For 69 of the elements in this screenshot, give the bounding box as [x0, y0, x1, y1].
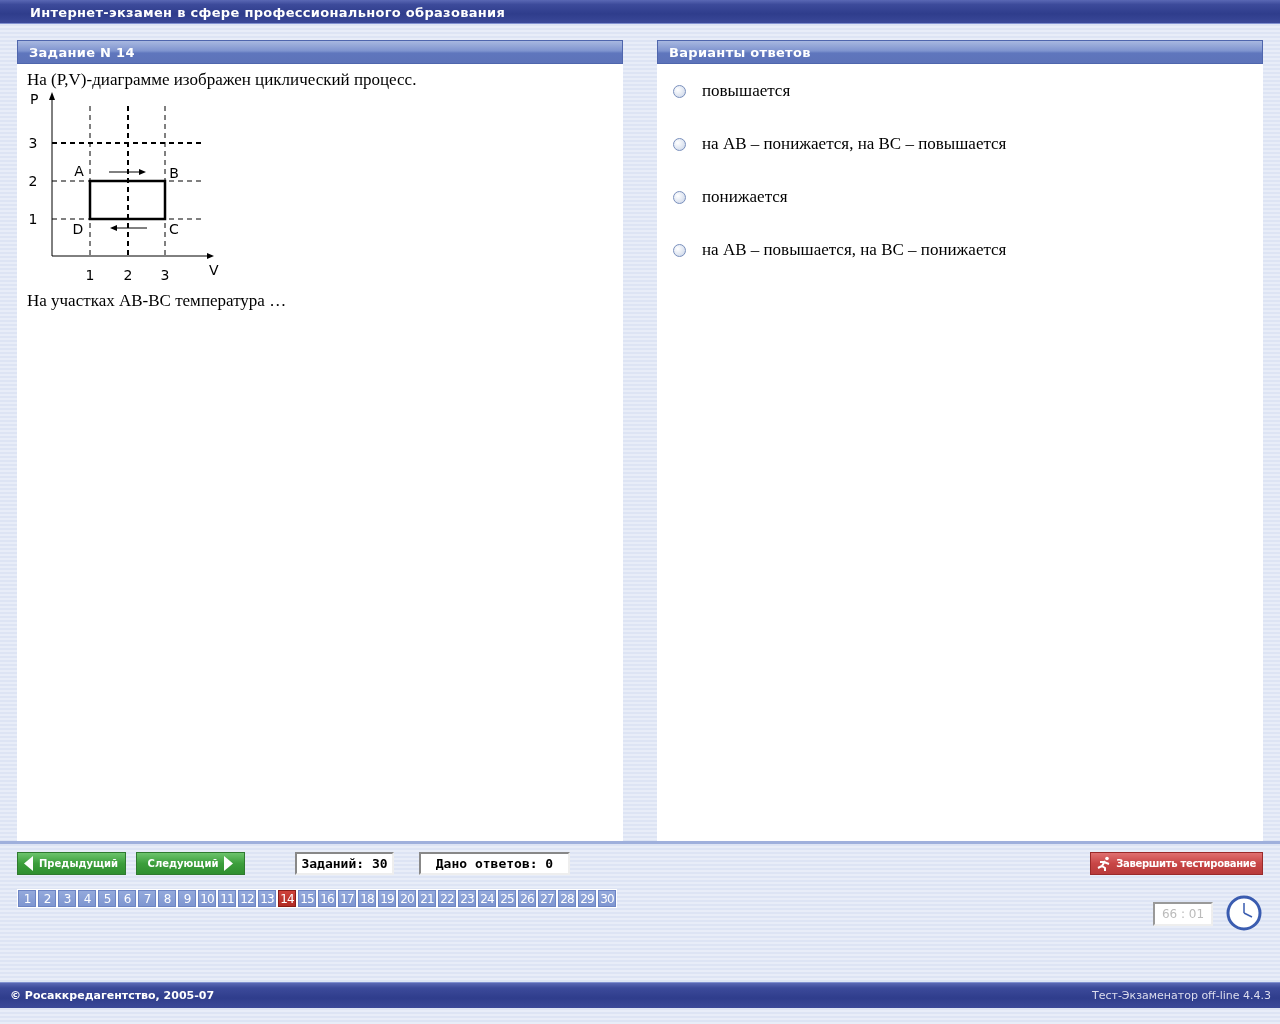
- arrow-right-icon: [108, 169, 146, 175]
- tick-label: 1: [85, 267, 95, 283]
- axis-label: V: [209, 262, 219, 278]
- task-number-button[interactable]: 18: [357, 889, 377, 908]
- task-number-button[interactable]: 9: [177, 889, 197, 908]
- task-number-button[interactable]: 28: [557, 889, 577, 908]
- question-prompt: На участках АВ-ВС температура …: [27, 291, 288, 311]
- answer-option[interactable]: понижается: [702, 187, 788, 207]
- finish-button[interactable]: Завершить тестирование: [1090, 852, 1263, 875]
- radio-button[interactable]: [673, 243, 686, 257]
- task-number-button[interactable]: 2: [37, 889, 57, 908]
- panel-header: Задание N 14: [17, 40, 623, 64]
- task-number-button[interactable]: 15: [297, 889, 317, 908]
- tick-label: 1: [28, 211, 38, 227]
- task-number-button[interactable]: 24: [477, 889, 497, 908]
- radio-button[interactable]: [673, 137, 686, 151]
- task-number-button[interactable]: 26: [517, 889, 537, 908]
- task-number-button[interactable]: 25: [497, 889, 517, 908]
- answer-option[interactable]: на АВ – понижается, на ВС – повышается: [702, 134, 1007, 154]
- clock-icon: [1226, 895, 1262, 931]
- right-triangle-icon: [224, 856, 234, 871]
- answers-count: Дано ответов: 0: [419, 852, 570, 875]
- question-text: На (P,V)-диаграмме изображен циклический процесс.: [27, 70, 418, 90]
- point-label: C: [169, 221, 179, 237]
- axis-label: P: [30, 91, 39, 107]
- panel-header: Варианты ответов: [657, 40, 1263, 64]
- task-number-button[interactable]: 19: [377, 889, 397, 908]
- window-title: Интернет-экзамен в сфере профессионального образования: [0, 0, 1280, 24]
- copyright-text: © Росаккредагентство, 2005-07: [10, 989, 215, 1002]
- point-label: B: [169, 165, 179, 181]
- task-number-button[interactable]: 12: [237, 889, 257, 908]
- left-triangle-icon: [24, 856, 33, 871]
- task-number-button[interactable]: 21: [417, 889, 437, 908]
- version-text: Тест-Экзаменатор off-line 4.4.3: [1091, 989, 1271, 1002]
- previous-button[interactable]: Предыдущий: [17, 852, 126, 875]
- tick-label: 2: [28, 173, 38, 189]
- tick-label: 3: [160, 267, 170, 283]
- tick-label: 2: [123, 267, 133, 283]
- task-number-button[interactable]: 5: [97, 889, 117, 908]
- task-number-button[interactable]: 23: [457, 889, 477, 908]
- arrow-left-icon: [110, 225, 148, 231]
- task-number-button[interactable]: 16: [317, 889, 337, 908]
- task-number-button[interactable]: 17: [337, 889, 357, 908]
- tick-label: 3: [28, 135, 38, 151]
- task-number-button[interactable]: 20: [397, 889, 417, 908]
- task-number-button[interactable]: 27: [537, 889, 557, 908]
- task-number-button[interactable]: 6: [117, 889, 137, 908]
- point-label: A: [74, 163, 84, 179]
- answer-option[interactable]: повышается: [702, 81, 791, 101]
- task-number-button[interactable]: 3: [57, 889, 77, 908]
- radio-button[interactable]: [673, 190, 686, 204]
- task-number-button[interactable]: 30: [597, 889, 617, 908]
- task-number-button[interactable]: 7: [137, 889, 157, 908]
- task-number-button[interactable]: 4: [77, 889, 97, 908]
- point-label: D: [72, 221, 84, 237]
- next-button[interactable]: Следующий: [136, 852, 245, 875]
- task-number-button[interactable]: 11: [217, 889, 237, 908]
- running-person-icon: [1097, 856, 1112, 871]
- radio-button[interactable]: [673, 84, 686, 98]
- task-number-button[interactable]: 10: [197, 889, 217, 908]
- task-number-button[interactable]: 13: [257, 889, 277, 908]
- task-number-button[interactable]: 22: [437, 889, 457, 908]
- task-number-button[interactable]: 8: [157, 889, 177, 908]
- timer-display: 66 : 01: [1153, 902, 1213, 926]
- task-number-button[interactable]: 14: [277, 889, 297, 908]
- answer-option[interactable]: на АВ – повышается, на ВС – понижается: [702, 240, 1007, 260]
- tasks-count: Заданий: 30: [295, 852, 394, 875]
- task-number-button[interactable]: 1: [17, 889, 37, 908]
- task-number-button[interactable]: 29: [577, 889, 597, 908]
